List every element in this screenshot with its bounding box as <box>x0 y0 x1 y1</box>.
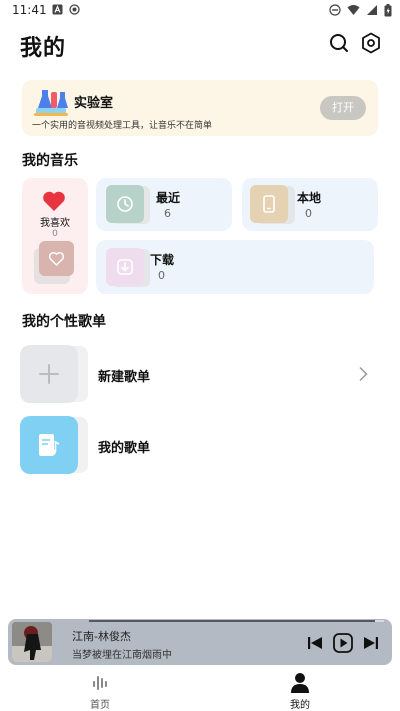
nav-home[interactable]: 首页 <box>60 672 140 711</box>
song-title: 江南-林俊杰 <box>72 630 131 643</box>
page-title: 我的 <box>20 36 67 61</box>
liked-thumb <box>39 241 74 276</box>
dnd-icon <box>329 4 341 16</box>
album-cover <box>12 622 52 662</box>
clock-icon <box>106 185 144 223</box>
phone-icon <box>250 185 288 223</box>
previous-icon[interactable] <box>306 634 324 652</box>
playback-progress[interactable] <box>89 620 375 622</box>
tile-local[interactable]: 本地 0 <box>242 178 378 231</box>
nav-label: 我的 <box>290 700 310 711</box>
signal-icon <box>367 5 377 15</box>
flask-icon <box>34 90 68 116</box>
tile-label: 最近 <box>156 191 181 205</box>
playlist-label: 新建歌单 <box>98 370 151 385</box>
liked-label: 我喜欢 <box>40 218 70 229</box>
chevron-right-icon <box>359 366 368 382</box>
tile-count: 0 <box>158 269 165 282</box>
lab-title: 实验室 <box>74 96 114 111</box>
new-playlist-row[interactable]: 新建歌单 <box>0 342 400 406</box>
playlist-label: 我的歌单 <box>98 441 151 456</box>
wifi-icon <box>347 5 360 15</box>
tile-recent[interactable]: 最近 6 <box>96 178 232 231</box>
next-icon[interactable] <box>362 634 380 652</box>
status-time: 11:41 <box>12 3 47 17</box>
playlist-icon <box>20 416 78 474</box>
lab-description: 一个实用的音视频处理工具，让音乐不在简单 <box>32 121 213 131</box>
my-playlist-row[interactable]: 我的歌单 <box>0 413 400 477</box>
status-icons <box>329 3 392 17</box>
my-music-title: 我的音乐 <box>22 153 78 169</box>
liked-count: 0 <box>52 229 58 239</box>
waveform-icon <box>93 676 107 690</box>
user-icon <box>291 673 309 693</box>
download-icon <box>106 248 144 286</box>
battery-icon <box>384 3 392 16</box>
playlists-title: 我的个性歌单 <box>22 314 106 330</box>
notification-a-icon <box>52 4 63 15</box>
settings-icon[interactable] <box>360 32 382 54</box>
tile-label: 下载 <box>150 253 175 267</box>
tile-count: 6 <box>164 207 171 220</box>
tile-download[interactable]: 下载 0 <box>96 240 374 294</box>
tile-count: 0 <box>305 207 312 220</box>
plus-icon <box>20 345 78 403</box>
status-bar: 11:41 <box>0 0 400 22</box>
nav-mine[interactable]: 我的 <box>260 672 340 711</box>
heart-outline-icon <box>48 252 65 266</box>
playback-progress-remaining <box>375 620 384 622</box>
lab-card[interactable]: 实验室 一个实用的音视频处理工具，让音乐不在简单 打开 <box>22 80 378 136</box>
liked-card[interactable]: 我喜欢 0 <box>22 178 88 294</box>
lab-open-button[interactable]: 打开 <box>320 96 366 120</box>
record-icon <box>69 4 80 15</box>
search-icon[interactable] <box>328 32 350 54</box>
song-lyric: 当梦被埋在江南烟雨中 <box>72 650 172 661</box>
nav-label: 首页 <box>90 700 110 711</box>
play-icon[interactable] <box>333 633 353 653</box>
heart-icon <box>43 191 65 211</box>
tile-label: 本地 <box>297 191 322 205</box>
